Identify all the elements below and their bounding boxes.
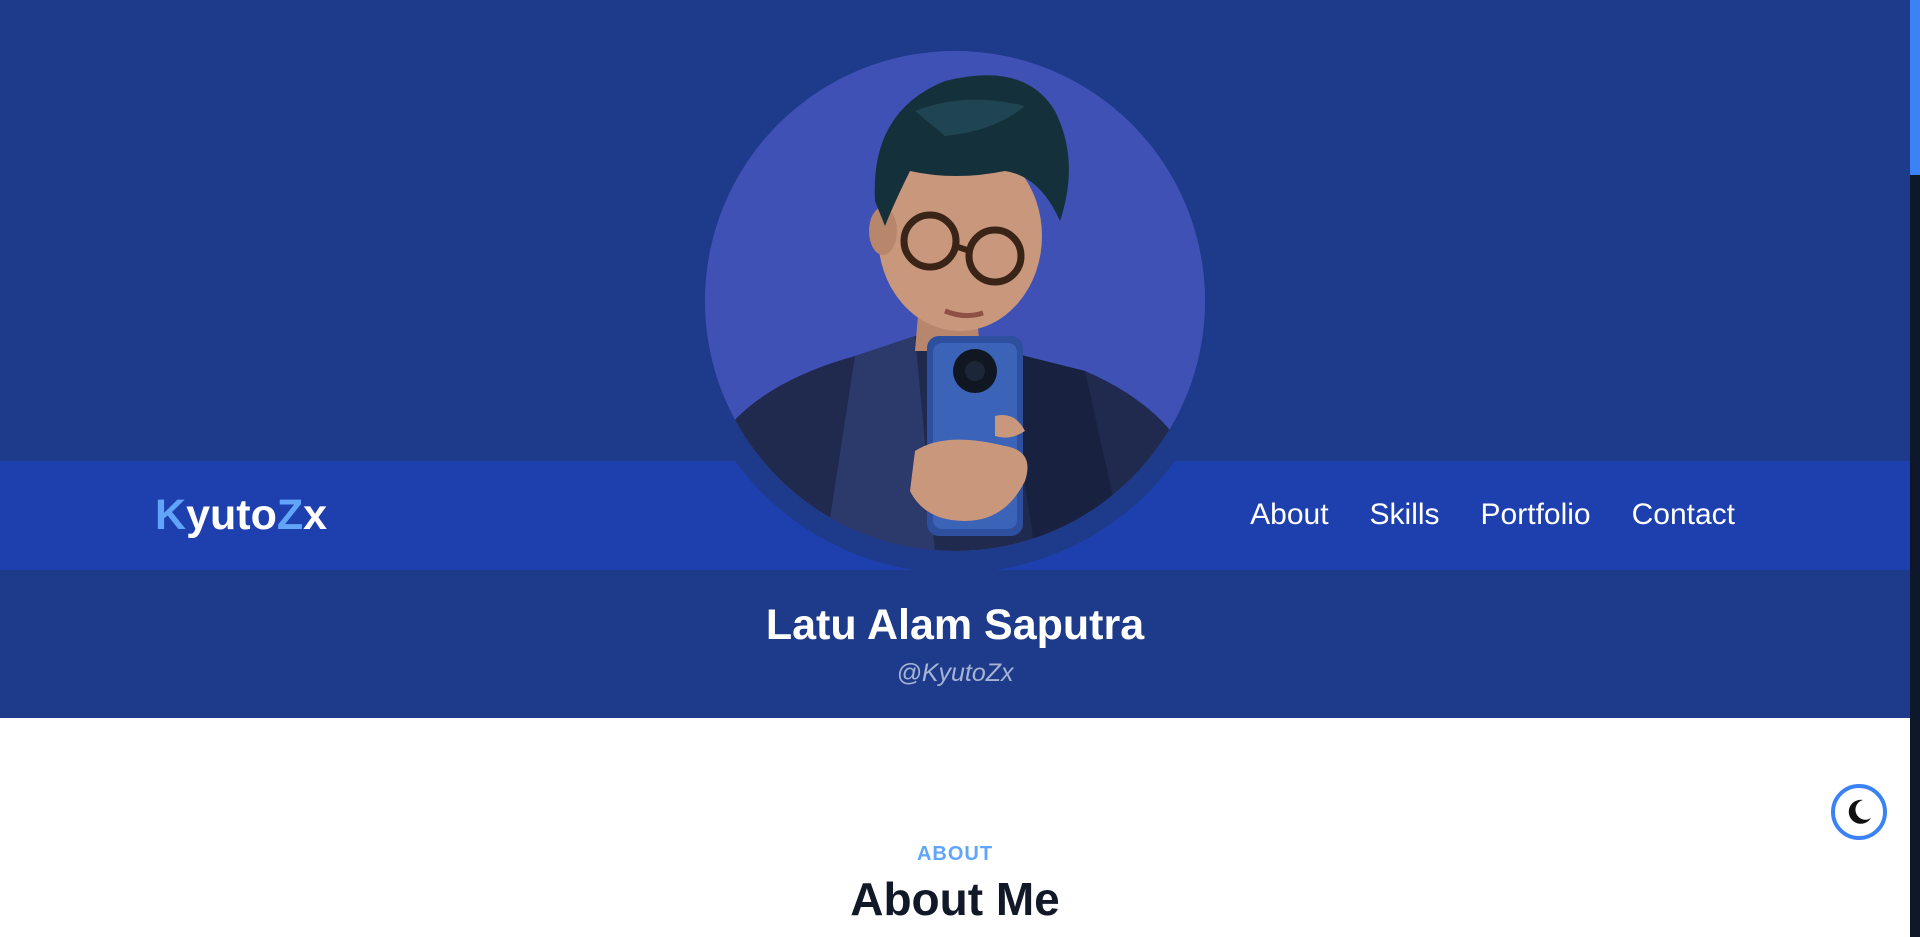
scrollbar-track[interactable] bbox=[1910, 0, 1920, 937]
nav-link-contact[interactable]: Contact bbox=[1632, 492, 1735, 538]
about-section-title: About Me bbox=[850, 873, 1060, 925]
nav-link-about[interactable]: About bbox=[1250, 492, 1328, 538]
profile-avatar bbox=[705, 51, 1205, 551]
profile-name: Latu Alam Saputra bbox=[765, 601, 1145, 649]
logo-text-yuto: yuto bbox=[186, 491, 277, 539]
logo-letter-k: K bbox=[155, 491, 187, 539]
site-logo[interactable]: KyutoZx bbox=[155, 487, 327, 543]
moon-icon bbox=[1848, 799, 1871, 824]
nav-link-portfolio[interactable]: Portfolio bbox=[1481, 492, 1591, 538]
scrollbar-thumb[interactable] bbox=[1910, 0, 1920, 175]
logo-letter-z: Z bbox=[276, 491, 304, 539]
logo-text-x: x bbox=[303, 491, 328, 539]
about-section-eyebrow: ABOUT bbox=[916, 843, 994, 865]
nav-link-skills[interactable]: Skills bbox=[1370, 492, 1440, 538]
theme-toggle-button[interactable] bbox=[1831, 784, 1887, 840]
page: KyutoZx About Skills Portfolio Contact L… bbox=[0, 0, 1920, 937]
profile-handle: @KyutoZx bbox=[896, 659, 1014, 687]
nav-links: About Skills Portfolio Contact bbox=[1250, 492, 1735, 538]
avatar-portrait-illustration bbox=[705, 51, 1205, 551]
